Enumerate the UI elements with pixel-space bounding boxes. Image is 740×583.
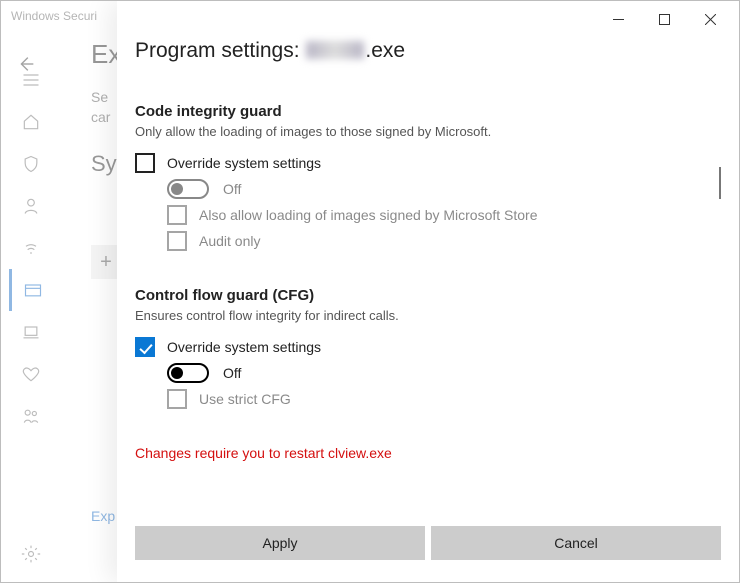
cig-msstore-checkbox[interactable] <box>167 205 187 225</box>
dialog-title-prefix: Program settings: <box>135 39 305 62</box>
dialog-title-suffix: .exe <box>365 39 405 62</box>
cig-override-row: Override system settings <box>135 153 721 173</box>
cfg-strict-label: Use strict CFG <box>199 391 291 407</box>
dialog-title: Program settings: .exe <box>135 39 721 63</box>
cig-toggle-label: Off <box>223 181 241 197</box>
cfg-override-checkbox[interactable] <box>135 337 155 357</box>
maximize-button[interactable] <box>641 3 687 35</box>
section-control-flow-guard: Control flow guard (CFG) Ensures control… <box>135 287 721 409</box>
cig-audit-row: Audit only <box>135 231 721 251</box>
program-settings-dialog: Program settings: .exe Code integrity gu… <box>117 1 739 582</box>
cfg-desc: Ensures control flow integrity for indir… <box>135 308 721 323</box>
minimize-icon <box>613 14 624 25</box>
dialog-titlebar <box>117 1 739 37</box>
cig-audit-checkbox[interactable] <box>167 231 187 251</box>
cig-override-label: Override system settings <box>167 155 321 171</box>
dialog-buttons: Apply Cancel <box>135 526 721 560</box>
restart-warning: Changes require you to restart clview.ex… <box>135 445 721 461</box>
cancel-button[interactable]: Cancel <box>431 526 721 560</box>
cfg-toggle-label: Off <box>223 365 241 381</box>
cfg-strict-row: Use strict CFG <box>135 389 721 409</box>
minimize-button[interactable] <box>595 3 641 35</box>
cig-msstore-row: Also allow loading of images signed by M… <box>135 205 721 225</box>
cig-override-checkbox[interactable] <box>135 153 155 173</box>
section-code-integrity-guard: Code integrity guard Only allow the load… <box>135 103 721 251</box>
program-name-redacted <box>306 41 364 59</box>
close-button[interactable] <box>687 3 733 35</box>
scrollbar-thumb[interactable] <box>719 167 721 199</box>
cfg-override-label: Override system settings <box>167 339 321 355</box>
cfg-toggle[interactable] <box>167 363 209 383</box>
cig-desc: Only allow the loading of images to thos… <box>135 124 721 139</box>
cfg-heading: Control flow guard (CFG) <box>135 287 721 304</box>
maximize-icon <box>659 14 670 25</box>
close-icon <box>705 14 716 25</box>
cig-msstore-label: Also allow loading of images signed by M… <box>199 207 538 223</box>
cig-toggle-row: Off <box>135 179 721 199</box>
cig-heading: Code integrity guard <box>135 103 721 120</box>
cfg-strict-checkbox[interactable] <box>167 389 187 409</box>
cig-audit-label: Audit only <box>199 233 260 249</box>
cfg-toggle-row: Off <box>135 363 721 383</box>
cfg-override-row: Override system settings <box>135 337 721 357</box>
apply-button[interactable]: Apply <box>135 526 425 560</box>
cig-toggle[interactable] <box>167 179 209 199</box>
